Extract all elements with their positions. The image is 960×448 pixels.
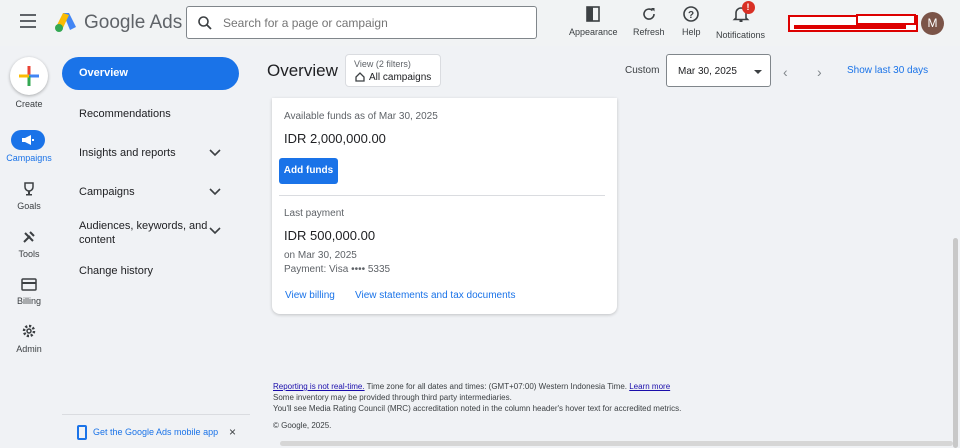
view-statements-link[interactable]: View statements and tax documents: [355, 290, 515, 301]
dropdown-arrow-icon: [754, 70, 762, 74]
avatar[interactable]: M: [921, 12, 944, 35]
svg-text:?: ?: [688, 10, 694, 21]
rail-label-admin: Admin: [16, 344, 42, 354]
plus-icon: [19, 66, 39, 86]
vertical-scrollbar[interactable]: [953, 238, 958, 448]
view-filter-chip[interactable]: View (2 filters) All campaigns: [345, 54, 441, 87]
rail-label-tools: Tools: [18, 249, 40, 259]
appearance-label: Appearance: [569, 27, 618, 37]
notification-badge: !: [741, 1, 755, 14]
footer-copyright: © Google, 2025.: [273, 421, 332, 430]
close-icon[interactable]: ×: [229, 425, 236, 439]
timezone-text: Time zone for all dates and times: (GMT+…: [364, 382, 630, 391]
rail-item-goals[interactable]: [18, 179, 40, 199]
help-icon: ?: [683, 6, 700, 22]
mobile-app-banner[interactable]: Get the Google Ads mobile app ×: [62, 414, 250, 444]
footer-timezone-line: Reporting is not real-time. Time zone fo…: [273, 382, 670, 391]
mobile-app-link[interactable]: Get the Google Ads mobile app: [93, 427, 218, 437]
last-payment-label: Last payment: [284, 208, 345, 219]
google-ads-logo: [55, 13, 76, 32]
appearance-button[interactable]: Appearance: [569, 5, 618, 37]
tools-icon: [23, 231, 35, 243]
footer-mrc-note: You'll see Media Rating Council (MRC) ac…: [273, 404, 682, 413]
home-icon: [355, 72, 365, 82]
date-range-type: Custom: [625, 65, 660, 76]
chevron-down-icon[interactable]: [209, 149, 221, 157]
date-picker[interactable]: Mar 30, 2025: [666, 54, 771, 87]
sidenav-item-overview[interactable]: Overview: [62, 57, 239, 90]
notifications-button[interactable]: ! Notifications: [716, 1, 766, 40]
payment-method: Payment: Visa •••• 5335: [284, 264, 391, 275]
divider: [279, 195, 605, 196]
billing-summary-card: Available funds as of Mar 30, 2025 IDR 2…: [272, 98, 617, 314]
top-app-bar: Google Ads Appearance Refresh ? Help: [0, 0, 960, 46]
megaphone-icon: [22, 135, 34, 145]
brand-name: Google Ads: [84, 12, 183, 33]
reporting-realtime-link[interactable]: Reporting is not real-time.: [273, 382, 365, 391]
appearance-icon: [586, 6, 601, 22]
view-filter-count: View (2 filters): [354, 59, 411, 69]
notifications-label: Notifications: [716, 30, 766, 40]
menu-icon[interactable]: [20, 14, 36, 28]
sidenav-item-recommendations[interactable]: Recommendations: [79, 108, 229, 120]
sidenav-item-campaigns[interactable]: Campaigns: [79, 186, 229, 198]
search-input[interactable]: [223, 15, 523, 30]
phone-icon: [77, 425, 87, 440]
show-last-30-days-link[interactable]: Show last 30 days: [847, 65, 928, 76]
horizontal-scrollbar[interactable]: [280, 441, 953, 446]
refresh-button[interactable]: Refresh: [633, 5, 665, 37]
search-icon: [198, 15, 212, 30]
sidenav-item-audiences[interactable]: Audiences, keywords, and content: [79, 219, 209, 247]
account-info-redacted[interactable]: [788, 14, 918, 32]
rail-item-tools[interactable]: [18, 227, 40, 247]
trophy-icon: [24, 182, 34, 196]
available-funds-amount: IDR 2,000,000.00: [284, 131, 386, 146]
search-box[interactable]: [186, 6, 537, 39]
previous-period-icon[interactable]: ‹: [783, 64, 788, 80]
view-scope: All campaigns: [369, 72, 432, 83]
page-title: Overview: [267, 61, 338, 80]
refresh-icon: [643, 8, 655, 20]
create-button[interactable]: [10, 57, 48, 95]
sidenav-item-change-history[interactable]: Change history: [79, 265, 229, 277]
gear-icon: [22, 324, 36, 338]
available-funds-label: Available funds as of Mar 30, 2025: [284, 111, 438, 122]
rail-label-goals: Goals: [17, 201, 41, 211]
redaction-mark: [794, 25, 906, 29]
next-period-icon[interactable]: ›: [817, 64, 822, 80]
add-funds-button[interactable]: Add funds: [279, 158, 338, 184]
redaction-box: [856, 14, 916, 25]
credit-card-icon: [21, 277, 37, 291]
help-label: Help: [682, 27, 701, 37]
last-payment-amount: IDR 500,000.00: [284, 228, 376, 243]
date-value: Mar 30, 2025: [678, 66, 737, 77]
rail-label-billing: Billing: [16, 296, 41, 306]
rail-item-campaigns[interactable]: [11, 130, 45, 150]
payment-date: on Mar 30, 2025: [284, 250, 357, 261]
learn-more-link[interactable]: Learn more: [629, 382, 670, 391]
rail-item-admin[interactable]: [18, 321, 40, 341]
refresh-label: Refresh: [633, 27, 665, 37]
create-label: Create: [15, 99, 43, 109]
chevron-down-icon[interactable]: [209, 188, 221, 196]
sidenav-item-insights[interactable]: Insights and reports: [79, 147, 229, 159]
rail-label-campaigns: Campaigns: [6, 153, 52, 163]
footer-inventory-note: Some inventory may be provided through t…: [273, 393, 512, 402]
rail-item-billing[interactable]: [18, 274, 40, 294]
help-button[interactable]: ? Help: [682, 5, 701, 37]
chevron-down-icon[interactable]: [209, 227, 221, 235]
view-billing-link[interactable]: View billing: [285, 290, 335, 301]
